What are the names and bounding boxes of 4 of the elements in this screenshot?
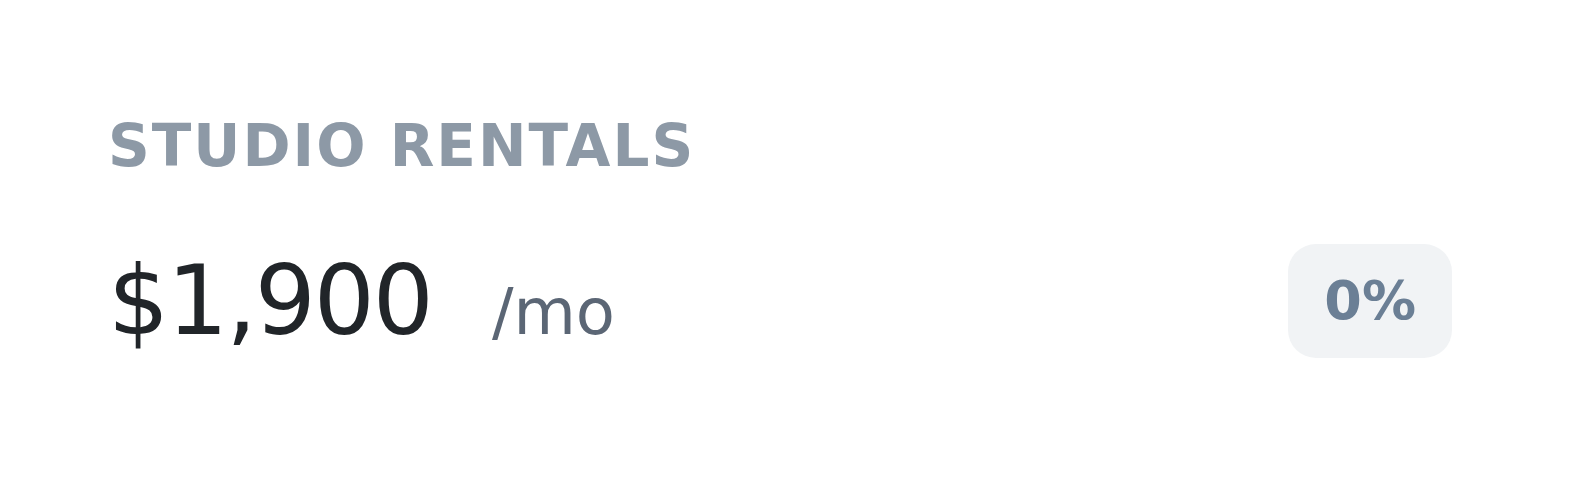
unit-label: /mo xyxy=(491,279,615,344)
change-badge: 0% xyxy=(1288,243,1452,358)
stat-label: STUDIO RENTALS xyxy=(108,112,697,182)
stat-value: $1,900 xyxy=(108,252,432,349)
